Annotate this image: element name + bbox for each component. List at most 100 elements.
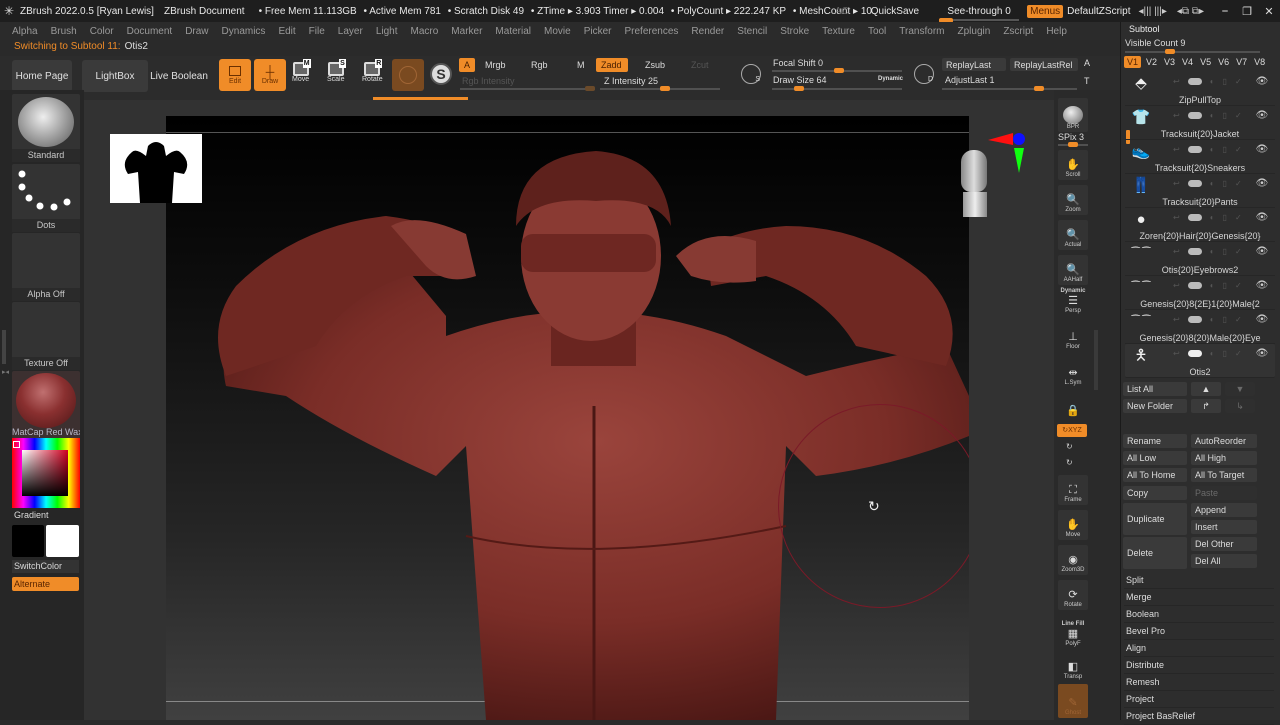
version-tab-v5[interactable]: V5 (1198, 56, 1213, 68)
secondary-color-swatch[interactable] (46, 525, 79, 557)
mrgb-toggle[interactable]: Mrgb (480, 58, 511, 72)
version-tab-v1[interactable]: V1 (1124, 56, 1142, 68)
distribute-section[interactable]: Distribute (1124, 657, 1274, 674)
move-up-button[interactable]: ▲ (1191, 382, 1221, 396)
folder-out-button[interactable]: ↳ (1225, 399, 1255, 413)
rgb-toggle[interactable]: Rgb (526, 58, 553, 72)
move-view-button[interactable]: ✋ Move (1058, 510, 1088, 540)
menu-alpha[interactable]: Alpha (12, 26, 38, 37)
alpha-selector[interactable]: Alpha Off (12, 233, 80, 301)
paste-button[interactable]: Paste (1191, 486, 1257, 500)
zoom3d-button[interactable]: ◉ Zoom3D (1058, 545, 1088, 575)
all-high-button[interactable]: All High (1191, 451, 1257, 465)
material-sphere-button[interactable] (392, 59, 424, 91)
all-low-button[interactable]: All Low (1123, 451, 1187, 465)
menu-transform[interactable]: Transform (899, 26, 944, 37)
rotate-z-button[interactable]: ↻ (1066, 458, 1073, 467)
subtool-item[interactable]: 👟 ↩ ◐ ▯ ✓ 👁 Tracksuit{20}Sneakers (1125, 140, 1275, 174)
texture-selector[interactable]: Texture Off (12, 302, 80, 370)
spotlight-icon[interactable]: S (430, 63, 452, 85)
see-through-slider[interactable]: See-through 0 (939, 6, 1020, 23)
transp-button[interactable]: ◧ Transp (1058, 652, 1088, 682)
rgb-intensity-slider[interactable] (460, 86, 595, 91)
version-tab-v4[interactable]: V4 (1180, 56, 1195, 68)
brush-selector[interactable]: Standard (12, 94, 80, 162)
right-tray-scrollbar[interactable] (1094, 330, 1098, 390)
aahalf-button[interactable]: 🔍 AAHalf (1058, 255, 1088, 285)
version-tab-v8[interactable]: V8 (1252, 56, 1267, 68)
focal-shift-slider[interactable] (772, 68, 902, 73)
list-all-button[interactable]: List All (1123, 382, 1187, 396)
menu-help[interactable]: Help (1046, 26, 1067, 37)
menu-edit[interactable]: Edit (278, 26, 295, 37)
bpr-button[interactable]: BPR (1058, 98, 1088, 132)
delete-button[interactable]: Delete (1123, 537, 1187, 569)
minimize-icon[interactable]: ⎯ (1214, 5, 1236, 18)
bevel-pro-section[interactable]: Bevel Pro (1124, 623, 1274, 640)
menu-stroke[interactable]: Stroke (780, 26, 809, 37)
draw-size-slider[interactable] (772, 86, 902, 91)
version-tab-v7[interactable]: V7 (1234, 56, 1249, 68)
align-section[interactable]: Align (1124, 640, 1274, 657)
visibility-eye-icon[interactable]: 👁 (1256, 212, 1269, 223)
menu-zscript[interactable]: Zscript (1003, 26, 1033, 37)
polyf-button[interactable]: Line Fill ▦ PolyF (1058, 613, 1088, 649)
live-boolean-button[interactable]: Live Boolean (148, 60, 210, 92)
subtool-item[interactable]: 👕 ↩ ◐ ▯ ✓ 👁 Tracksuit{20}Jacket (1125, 106, 1275, 140)
menu-movie[interactable]: Movie (544, 26, 571, 37)
insert-button[interactable]: Insert (1191, 520, 1257, 534)
menu-texture[interactable]: Texture (822, 26, 855, 37)
color-picker[interactable] (12, 438, 80, 508)
zsub-toggle[interactable]: Zsub (640, 58, 670, 72)
m-toggle[interactable]: M (572, 58, 590, 72)
rotate-view-button[interactable]: ⟳ Rotate (1058, 580, 1088, 610)
draw-button[interactable]: ┼ Draw (254, 59, 286, 91)
quicksave-button[interactable]: QuickSave (871, 6, 919, 17)
spix-slider[interactable] (1058, 142, 1088, 147)
subtool-item[interactable]: ⬘ ↩ ◐ ▯ ✓ 👁 ZipPullTop (1125, 72, 1275, 106)
close-icon[interactable]: ✕ (1258, 5, 1280, 18)
move-button[interactable]: M Move (292, 59, 311, 83)
menu-file[interactable]: File (309, 26, 325, 37)
gradient-label[interactable]: Gradient (14, 510, 49, 520)
merge-section[interactable]: Merge (1124, 589, 1274, 606)
all-to-target-button[interactable]: All To Target (1191, 468, 1257, 482)
visibility-eye-icon[interactable]: 👁 (1256, 246, 1269, 257)
subtool-title[interactable]: Subtool (1129, 24, 1160, 34)
visibility-eye-icon[interactable]: 👁 (1256, 280, 1269, 291)
tray-collapse-icon[interactable]: ▸◂ (2, 368, 9, 376)
lock-button[interactable]: 🔒 (1058, 390, 1088, 420)
persp-button[interactable]: Dynamic ☰ Persp (1058, 286, 1088, 316)
duplicate-button[interactable]: Duplicate (1123, 503, 1187, 535)
version-tab-v3[interactable]: V3 (1162, 56, 1177, 68)
move-down-button[interactable]: ▼ (1225, 382, 1255, 396)
zscript-button[interactable]: DefaultZScript (1067, 6, 1130, 17)
remesh-section[interactable]: Remesh (1124, 674, 1274, 691)
menus-button[interactable]: Menus (1027, 4, 1064, 18)
a-toggle[interactable]: A (459, 58, 476, 72)
del-other-button[interactable]: Del Other (1191, 537, 1257, 551)
visibility-eye-icon[interactable]: 👁 (1256, 144, 1269, 155)
visibility-eye-icon[interactable]: 👁 (1256, 110, 1269, 121)
stroke-selector[interactable]: Dots (12, 164, 80, 232)
menu-picker[interactable]: Picker (584, 26, 612, 37)
layout-toggle-icon[interactable]: ◂⧉ ⧉▸ (1177, 6, 1204, 17)
new-folder-button[interactable]: New Folder (1123, 399, 1187, 413)
lsym-button[interactable]: ⇹ L.Sym (1058, 358, 1088, 388)
version-tab-v6[interactable]: V6 (1216, 56, 1231, 68)
project-section[interactable]: Project (1124, 691, 1274, 708)
replay-last-button[interactable]: ReplayLast (942, 58, 1006, 71)
canvas[interactable]: ↻ (166, 116, 969, 720)
menu-layer[interactable]: Layer (338, 26, 363, 37)
visibility-eye-icon[interactable]: 👁 (1256, 76, 1269, 87)
floor-button[interactable]: ⊥ Floor (1058, 322, 1088, 352)
color-saturation-square[interactable] (22, 450, 68, 496)
lazy-mouse-s-icon[interactable]: S (741, 64, 761, 84)
del-all-button[interactable]: Del All (1191, 554, 1257, 568)
menu-color[interactable]: Color (90, 26, 114, 37)
folder-in-button[interactable]: ↱ (1191, 399, 1221, 413)
menu-stencil[interactable]: Stencil (737, 26, 767, 37)
visible-count-slider[interactable] (1125, 49, 1260, 54)
left-tray-scrollbar[interactable] (2, 330, 6, 364)
hue-marker[interactable] (13, 441, 20, 448)
